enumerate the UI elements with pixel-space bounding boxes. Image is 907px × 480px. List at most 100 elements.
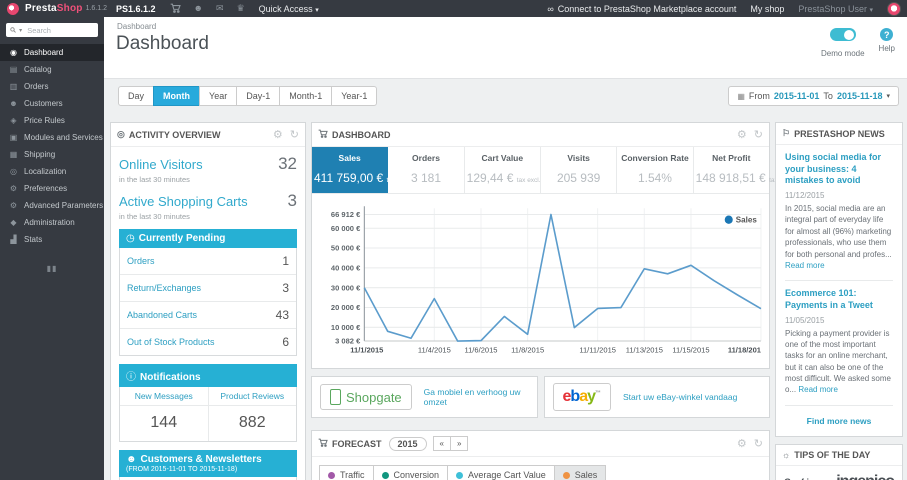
kpi-cart-value[interactable]: Cart Value 129,44 € tax excl. xyxy=(465,147,541,193)
lightbulb-icon: ☼ xyxy=(782,449,791,460)
pending-returns-link[interactable]: Return/Exchanges xyxy=(127,283,201,293)
news-panel-title: ⚐ PRESTASHOP NEWS xyxy=(782,128,885,139)
range-month-1-button[interactable]: Month-1 xyxy=(279,86,333,106)
kpi-visits[interactable]: Visits 205 939 xyxy=(541,147,618,193)
online-visitors-link[interactable]: Online Visitors xyxy=(119,157,203,172)
quick-access-menu[interactable]: Quick Access ▾ xyxy=(259,4,319,14)
topbar: PrestaShop 1.6.1.2 PS1.6.1.2 ☻ ✉ ♛ Quick… xyxy=(0,0,907,17)
marketplace-link[interactable]: ∞ Connect to PrestaShop Marketplace accou… xyxy=(547,4,736,14)
breadcrumb[interactable]: Dashboard xyxy=(117,22,156,31)
refresh-icon[interactable]: ↻ xyxy=(754,437,763,450)
kpi-net-profit[interactable]: Net Profit148 918,51 € tax excl. xyxy=(694,147,793,193)
svg-text:Sales: Sales xyxy=(736,215,757,224)
range-day-1-button[interactable]: Day-1 xyxy=(236,86,281,106)
caret-down-icon: ▾ xyxy=(315,6,319,14)
sidebar-item-customers[interactable]: ☻ Customers xyxy=(0,95,104,112)
news-article-excerpt: In 2015, social media are an integral pa… xyxy=(785,204,892,270)
read-more-link[interactable]: Read more xyxy=(798,385,838,394)
svg-text:11/8/2015: 11/8/2015 xyxy=(511,345,544,354)
gear-icon[interactable]: ⚙ xyxy=(273,128,283,141)
forecast-prev-button[interactable]: « xyxy=(432,436,451,451)
sidebar-search[interactable]: ▾ xyxy=(6,23,98,37)
range-year-1-button[interactable]: Year-1 xyxy=(331,86,378,106)
sidebar-item-administration[interactable]: ◆ Administration xyxy=(0,214,104,231)
caret-down-icon: ▾ xyxy=(19,27,23,34)
date-range-picker[interactable]: ▦ From 2015-11-01 To 2015-11-18 ▾ xyxy=(728,86,899,106)
pending-row: Return/Exchanges 3 xyxy=(120,275,296,302)
search-input[interactable] xyxy=(25,24,94,36)
range-day-button[interactable]: Day xyxy=(118,86,155,106)
customer-icon[interactable]: ☻ xyxy=(194,3,203,14)
date-range-toolbar: Day Month Year Day-1 Month-1 Year-1 ▦ Fr… xyxy=(104,79,907,106)
svg-text:3 082 €: 3 082 € xyxy=(335,337,361,346)
product-reviews-link[interactable]: Product Reviews xyxy=(208,387,296,406)
orders-icon: ▥ xyxy=(9,82,18,91)
sidebar-item-shipping[interactable]: ▦ Shipping xyxy=(0,146,104,163)
kpi-row: Sales 411 759,00 € tax excl. Orders 3 181 … xyxy=(312,147,793,194)
news-icon: ⚐ xyxy=(782,128,791,138)
forecast-next-button[interactable]: » xyxy=(449,436,469,451)
sidebar-item-price-rules[interactable]: ◈ Price Rules xyxy=(0,112,104,129)
trophy-icon[interactable]: ♛ xyxy=(237,3,245,14)
range-year-button[interactable]: Year xyxy=(199,86,238,106)
pending-abandoned-link[interactable]: Abandoned Carts xyxy=(127,310,197,320)
sidebar-item-localization[interactable]: ◎ Localization xyxy=(0,163,104,180)
refresh-icon[interactable]: ↻ xyxy=(754,128,763,141)
online-visitors-value: 32 xyxy=(278,154,297,173)
sidebar-item-preferences[interactable]: ⚙ Preferences xyxy=(0,180,104,197)
help-icon[interactable]: ? xyxy=(880,28,894,41)
user-menu[interactable]: PrestaShop User ▾ xyxy=(798,4,873,14)
ebay-card[interactable]: ebay™ Start uw eBay-winkel vandaag xyxy=(543,376,770,418)
kpi-orders[interactable]: Orders 3 181 xyxy=(388,147,465,193)
ebay-link[interactable]: Start uw eBay-winkel vandaag xyxy=(623,392,737,402)
dashboard-panel: DASHBOARD ⚙ ↻ Sales 411 759,00 € tax excl.… xyxy=(311,122,793,369)
toggle-sales[interactable]: Sales xyxy=(553,465,607,480)
user-avatar[interactable] xyxy=(887,1,901,16)
pending-out-of-stock-link[interactable]: Out of Stock Products xyxy=(127,337,215,347)
sidebar-item-catalog[interactable]: ▤ Catalog xyxy=(0,61,104,78)
calendar-icon: ▦ xyxy=(737,91,745,101)
gear-icon[interactable]: ⚙ xyxy=(737,437,747,450)
sidebar-item-dashboard[interactable]: ◉ Dashboard xyxy=(0,44,104,61)
prestashop-logo-icon[interactable] xyxy=(7,2,19,15)
forecast-toggles: Traffic Conversion Average Cart Value Sa… xyxy=(312,457,769,480)
gear-icon[interactable]: ⚙ xyxy=(737,128,747,141)
pending-row: Abandoned Carts 43 xyxy=(120,302,296,329)
toggle-traffic[interactable]: Traffic xyxy=(319,465,374,480)
dashboard-panel-title: DASHBOARD xyxy=(318,129,391,140)
new-messages-link[interactable]: New Messages xyxy=(120,387,208,406)
pending-orders-link[interactable]: Orders xyxy=(127,256,155,266)
find-more-news-link[interactable]: Find more news xyxy=(785,413,893,432)
read-more-link[interactable]: Read more xyxy=(785,261,825,270)
ps-version: PS1.6.1.2 xyxy=(116,3,156,14)
sidebar-item-advanced-parameters[interactable]: ⚙ Advanced Parameters xyxy=(0,197,104,214)
range-month-button[interactable]: Month xyxy=(153,86,201,106)
ingenico-logo[interactable]: ingenico Payment services xyxy=(820,473,895,480)
sidebar-collapse-icon[interactable]: ▮▮ xyxy=(0,264,104,273)
date-from: 2015-11-01 xyxy=(773,91,820,101)
shopgate-card[interactable]: Shopgate Ga mobiel en verhoog uw omzet xyxy=(311,376,538,418)
toggle-conversion[interactable]: Conversion xyxy=(372,465,449,480)
sidebar-item-orders[interactable]: ▥ Orders xyxy=(0,78,104,95)
customers-newsletters-header: ☻ Customers & Newsletters (FROM 2015-11-01… xyxy=(119,450,297,477)
news-article-title[interactable]: Ecommerce 101: Payments in a Tweet xyxy=(785,288,893,311)
shop-cart-icon[interactable] xyxy=(170,3,181,14)
my-shop-link[interactable]: My shop xyxy=(750,4,784,14)
toggle-average-cart-value[interactable]: Average Cart Value xyxy=(447,465,555,480)
mail-icon[interactable]: ✉ xyxy=(216,3,224,14)
kpi-sales[interactable]: Sales 411 759,00 € tax excl. xyxy=(312,147,410,193)
clock-icon: ◷ xyxy=(126,233,135,244)
shopgate-link[interactable]: Ga mobiel en verhoog uw omzet xyxy=(424,387,529,407)
preferences-icon: ⚙ xyxy=(9,184,18,193)
help-control: ? Help xyxy=(879,28,895,58)
demo-mode-toggle[interactable] xyxy=(829,28,856,41)
svg-text:11/13/2015: 11/13/2015 xyxy=(626,345,663,354)
news-article-title[interactable]: Using social media for your business: 4 … xyxy=(785,152,893,187)
active-carts-link[interactable]: Active Shopping Carts xyxy=(119,194,248,209)
refresh-icon[interactable]: ↻ xyxy=(290,128,299,141)
average-cart-value-dot-icon xyxy=(456,471,464,479)
svg-text:66 912 €: 66 912 € xyxy=(331,210,361,219)
sidebar-item-stats[interactable]: ▟ Stats xyxy=(0,231,104,248)
kpi-conversion-rate[interactable]: Conversion Rate 1.54% xyxy=(617,147,694,193)
sidebar-item-modules[interactable]: ▣ Modules and Services xyxy=(0,129,104,146)
